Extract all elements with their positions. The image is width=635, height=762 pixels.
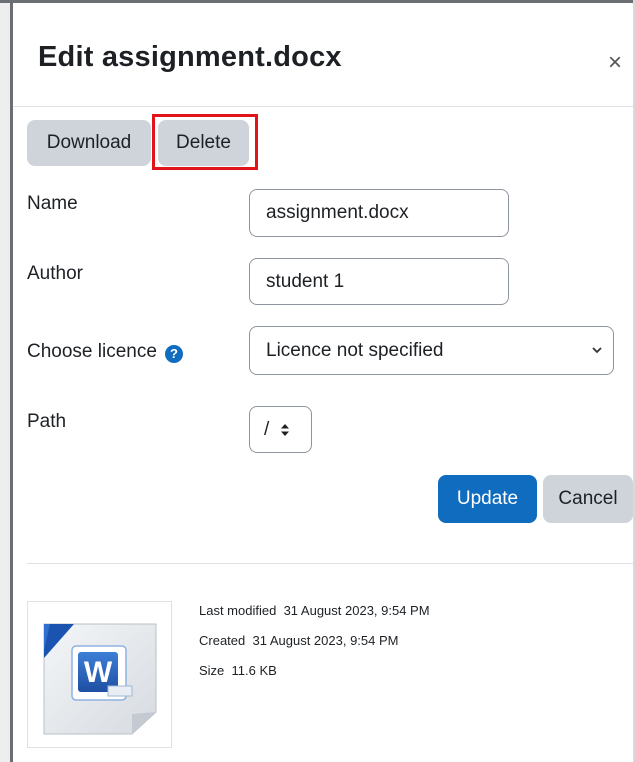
name-field[interactable]: assignment.docx — [249, 189, 509, 237]
cancel-button[interactable]: Cancel — [543, 475, 633, 523]
chevron-down-icon — [592, 347, 602, 354]
name-label: Name — [27, 193, 78, 214]
author-field-value: student 1 — [266, 270, 345, 292]
created-row: Created 31 August 2023, 9:54 PM — [199, 633, 398, 648]
close-icon[interactable]: × — [605, 51, 625, 75]
path-select-value: / — [264, 418, 270, 440]
licence-label: Choose licence — [27, 341, 157, 362]
frame-left-border — [10, 0, 13, 762]
dialog-title: Edit assignment.docx — [38, 41, 342, 73]
name-field-value: assignment.docx — [266, 202, 409, 223]
word-document-icon: W — [43, 623, 157, 735]
help-icon[interactable]: ? — [164, 345, 183, 363]
last-modified-label: Last modified — [199, 603, 277, 618]
update-button[interactable]: Update — [438, 475, 537, 523]
sort-arrows-icon — [281, 423, 290, 436]
delete-highlight-box — [152, 114, 258, 170]
created-label: Created — [199, 633, 246, 648]
licence-label-row: Choose licence ? — [27, 341, 183, 363]
author-field[interactable]: student 1 — [249, 258, 509, 305]
svg-text:W: W — [84, 656, 113, 689]
licence-select-value: Licence not specified — [266, 339, 444, 361]
section-divider — [27, 563, 633, 564]
download-button[interactable]: Download — [27, 120, 151, 166]
size-label: Size — [199, 663, 225, 678]
path-select[interactable]: / — [249, 406, 312, 453]
file-thumbnail: W — [27, 601, 172, 748]
path-label: Path — [27, 411, 67, 432]
created-value: 31 August 2023, 9:54 PM — [252, 633, 399, 648]
author-label: Author — [27, 263, 83, 284]
size-row: Size 11.6 KB — [199, 663, 277, 678]
background-edge — [0, 0, 10, 762]
last-modified-value: 31 August 2023, 9:54 PM — [283, 603, 430, 618]
dialog-header: Edit assignment.docx × — [13, 3, 633, 107]
licence-select[interactable]: Licence not specified — [249, 326, 614, 375]
size-value: 11.6 KB — [231, 663, 277, 678]
last-modified-row: Last modified 31 August 2023, 9:54 PM — [199, 603, 430, 618]
